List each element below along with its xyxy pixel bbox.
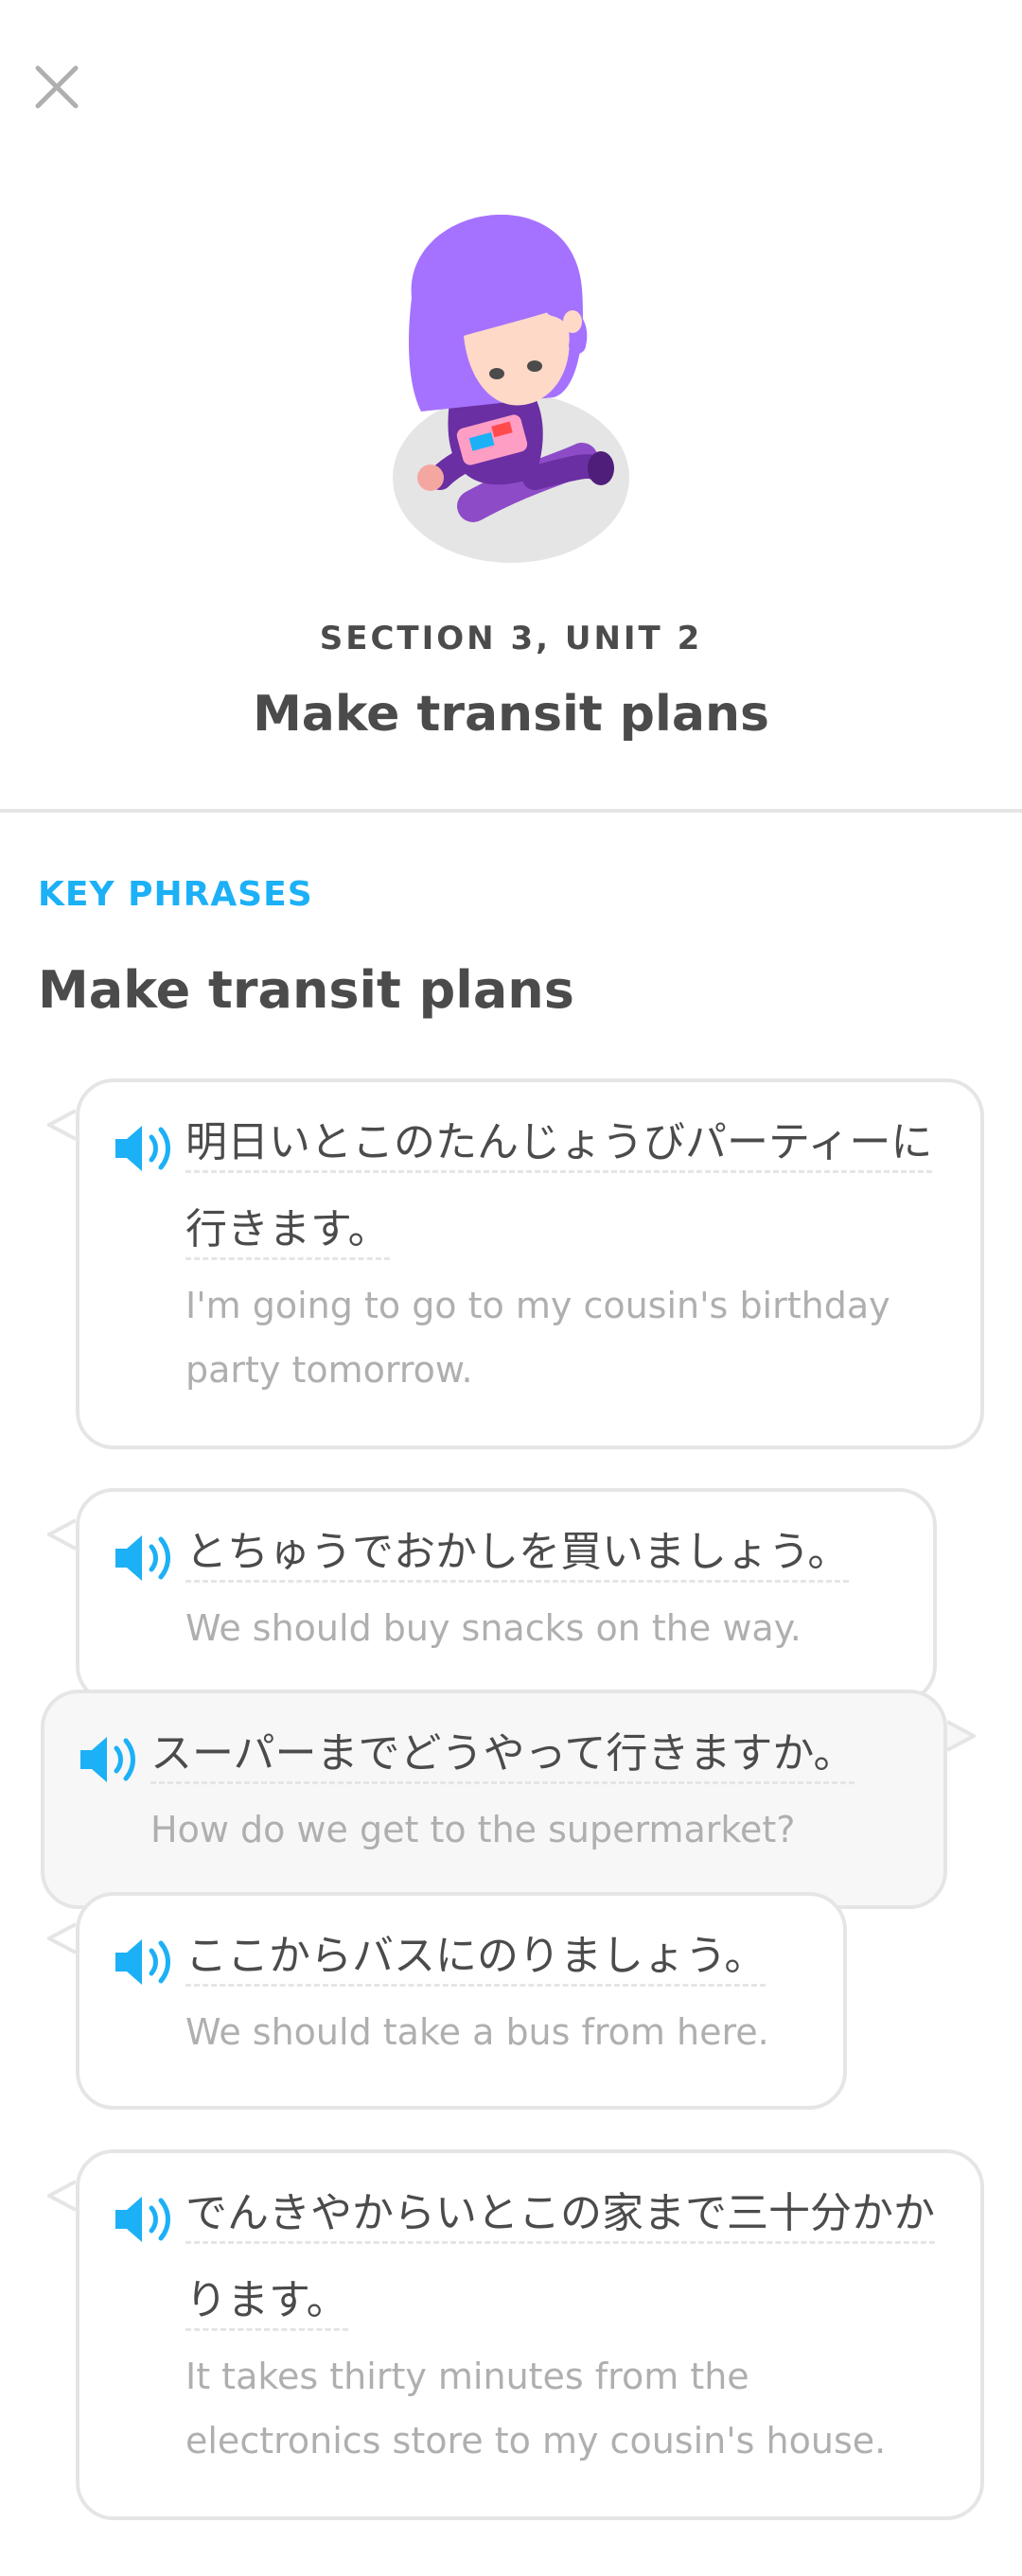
speaker-icon[interactable] [112,1120,174,1177]
unit-header: SECTION 3, UNIT 2 Make transit plans [0,0,1022,812]
phrase-english: How do we get to the supermarket? [150,1809,796,1850]
phrase-english: We should take a bus from here. [185,2011,769,2053]
bubble-tail [47,1109,76,1141]
speaker-icon[interactable] [112,2191,174,2248]
phrase-english: I'm going to go to my cousin's birthday … [185,1285,890,1391]
phrase-japanese[interactable]: スーパーまでどうやって行きますか。 [150,1710,915,1797]
phrase-japanese[interactable]: でんきやからいとこの家まで三十分かかります。 [185,2170,952,2344]
phrase-bubble: ここからバスにのりましょう。 We should take a bus from… [47,1892,847,2110]
close-icon[interactable] [28,59,85,115]
key-phrases-title: Make transit plans [38,960,574,1020]
unit-title: Make transit plans [253,686,769,743]
phrase-bubble: でんきやからいとこの家まで三十分かかります。 It takes thirty m… [47,2149,984,2520]
bubble-tail [47,1518,76,1551]
phrase-japanese[interactable]: とちゅうでおかしを買いましょう。 [185,1509,905,1596]
phrase-japanese[interactable]: 明日いとこのたんじょうびパーティーに行きます。 [185,1099,952,1273]
phrase-japanese[interactable]: ここからバスにのりましょう。 [185,1913,815,2000]
phrase-english: It takes thirty minutes from the electro… [185,2356,887,2462]
phrase-bubble: スーパーまでどうやって行きますか。 How do we get to the s… [41,1690,976,1909]
speaker-icon[interactable] [112,1934,174,1990]
key-phrases-label: KEY PHRASES [38,875,313,914]
speaker-icon[interactable] [77,1731,139,1788]
bubble-tail [47,1922,76,1954]
character-illustration [393,214,629,563]
phrase-bubble: とちゅうでおかしを買いましょう。 We should buy snacks on… [47,1488,937,1704]
divider [0,809,1022,813]
phrase-english: We should buy snacks on the way. [185,1607,802,1649]
bubble-tail [947,1720,976,1752]
bubble-tail [47,2180,76,2212]
speaker-icon[interactable] [112,1530,174,1586]
section-label: SECTION 3, UNIT 2 [319,620,703,657]
phrase-bubble: 明日いとこのたんじょうびパーティーに行きます。 I'm going to go … [47,1078,984,1449]
